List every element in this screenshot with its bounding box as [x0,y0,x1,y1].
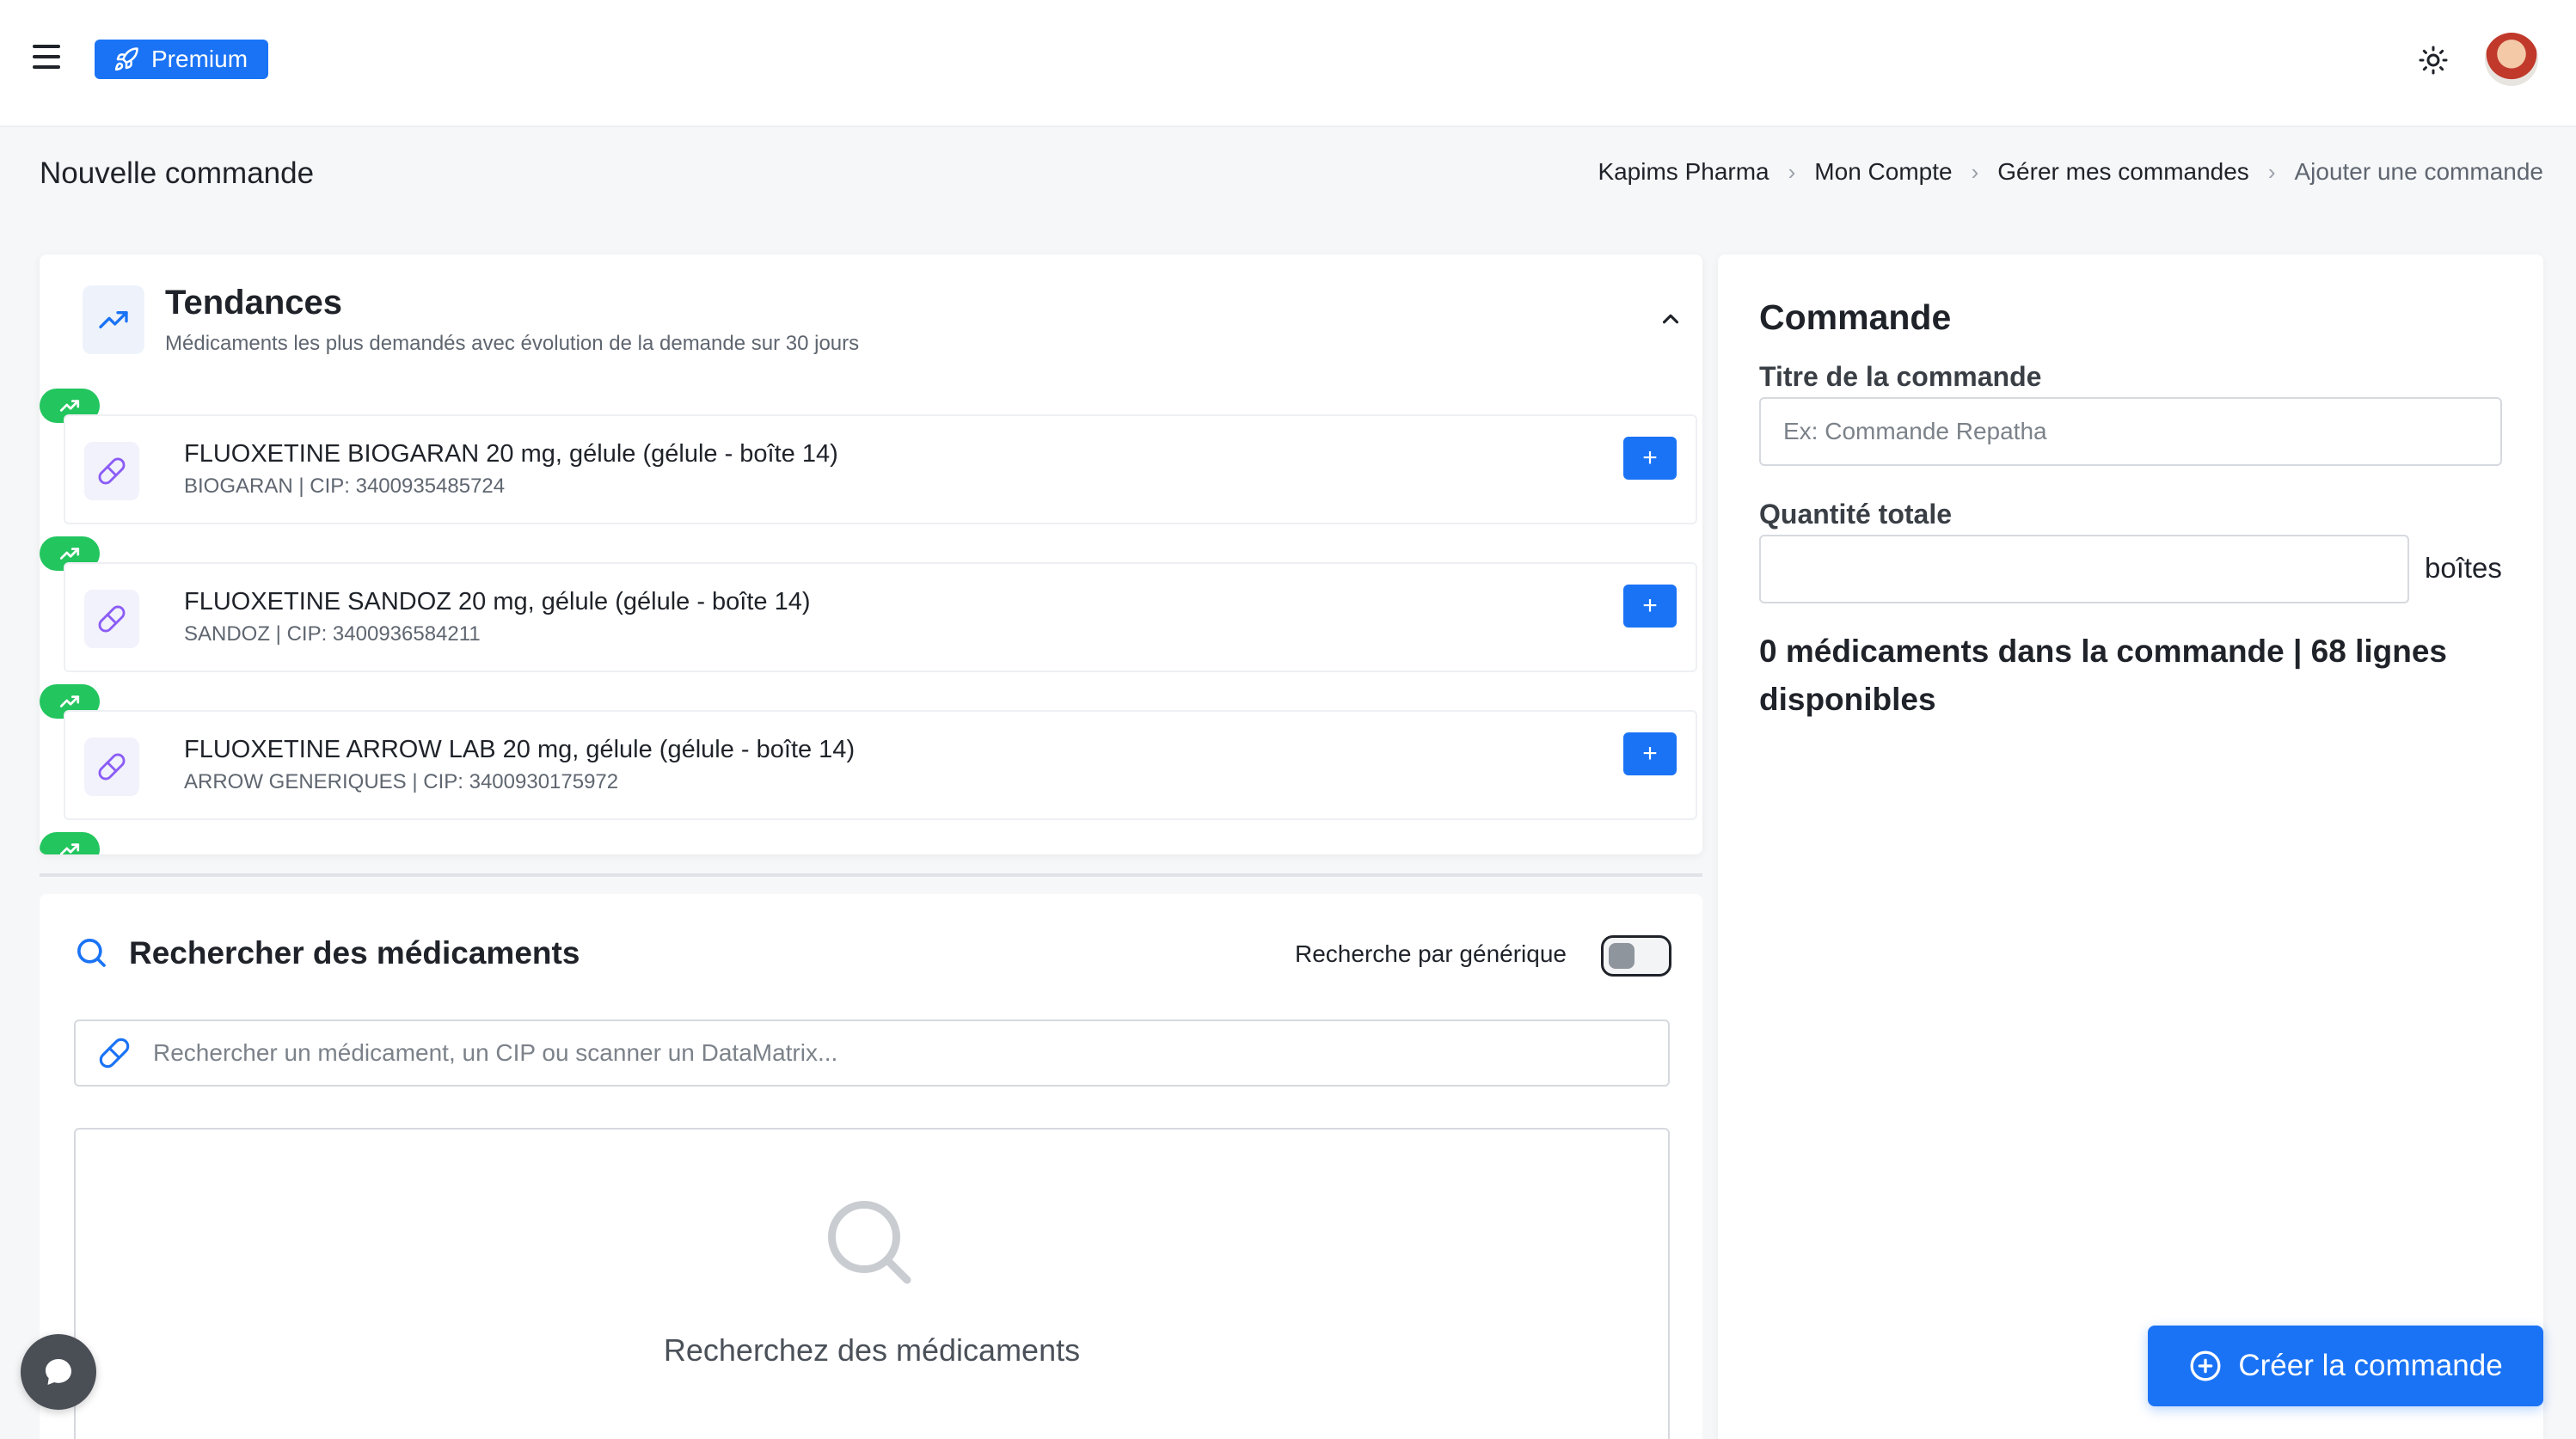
list-item: FLUOXETINE SANDOZ 20 mg, gélule (gélule … [64,562,1697,672]
add-button[interactable]: + [1623,585,1677,628]
search-field [74,1020,1670,1087]
trending-up-icon [59,843,80,854]
trends-title: Tendances [165,284,342,321]
order-summary: 0 médicaments dans la commande | 68 lign… [1759,634,2447,717]
search-icon [77,939,106,967]
medicine-meta: SANDOZ | CIP: 3400936584211 [184,622,481,646]
trend-badge [40,832,100,854]
empty-state-text: Recherchez des médicaments [663,1332,1081,1368]
trends-card: Tendances Médicaments les plus demandés … [40,254,1702,854]
chat-button[interactable] [21,1334,96,1410]
list-item: FLUOXETINE BIOGARAN 20 mg, gélule (gélul… [64,414,1697,524]
rocket-icon [114,47,138,71]
add-button[interactable]: + [1623,732,1677,775]
chat-bubble-icon [46,1359,71,1385]
toggle-knob [1609,943,1635,969]
page-title: Nouvelle commande [40,156,315,190]
pill-icon [84,442,139,500]
premium-button[interactable]: Premium [95,40,269,79]
premium-label: Premium [151,46,248,72]
search-icon [828,1201,911,1284]
trends-subtitle: Médicaments les plus demandés avec évolu… [165,332,860,355]
sun-icon[interactable] [2418,45,2449,76]
chevron-right-icon: › [2267,158,2276,185]
medicine-name: FLUOXETINE SANDOZ 20 mg, gélule (gélule … [184,588,811,615]
order-title-input[interactable] [1759,397,2502,466]
medicine-name: FLUOXETINE BIOGARAN 20 mg, gélule (gélul… [184,440,838,468]
quantity-label: Quantité totale [1759,499,1953,530]
search-input[interactable] [153,1039,1615,1067]
pill-icon [99,1038,130,1069]
breadcrumb-item-account[interactable]: Mon Compte [1814,158,1952,186]
medicine-name: FLUOXETINE ARROW LAB 20 mg, gélule (gélu… [184,736,856,763]
search-card: Rechercher des médicaments Recherche par… [40,894,1702,1439]
top-bar: Premium [0,0,2576,127]
order-title: Commande [1759,297,1952,337]
chevron-right-icon: › [1971,158,1979,185]
add-button[interactable]: + [1623,437,1677,480]
search-title: Rechercher des médicaments [129,935,580,971]
menu-icon[interactable] [33,45,60,69]
breadcrumb-item-orders[interactable]: Gérer mes commandes [1997,158,2249,186]
search-results-empty: Recherchez des médicaments [74,1128,1670,1439]
breadcrumb-item-kapims[interactable]: Kapims Pharma [1598,158,1769,186]
order-card: Commande Titre de la commande Quantité t… [1718,254,2543,1439]
breadcrumb: Kapims Pharma › Mon Compte › Gérer mes c… [1598,158,2543,186]
quantity-unit: boîtes [2425,552,2502,584]
chevron-right-icon: › [1788,158,1796,185]
chevron-up-icon[interactable] [1658,306,1684,332]
order-title-label: Titre de la commande [1759,361,2042,392]
list-item: FLUOXETINE ARROW LAB 20 mg, gélule (gélu… [64,710,1697,820]
breadcrumb-item-current: Ajouter une commande [2294,158,2543,185]
plus-circle-icon [2190,1350,2221,1381]
create-order-button[interactable]: Créer la commande [2148,1326,2543,1406]
divider [40,873,1702,877]
trending-up-icon [83,285,144,354]
avatar[interactable] [2485,33,2538,86]
create-order-label: Créer la commande [2238,1349,2503,1382]
generic-search-label: Recherche par générique [1295,940,1567,967]
medicine-meta: ARROW GENERIQUES | CIP: 3400930175972 [184,770,619,793]
pill-icon [84,738,139,796]
generic-search-toggle[interactable] [1601,935,1671,977]
pill-icon [84,590,139,648]
medicine-meta: BIOGARAN | CIP: 3400935485724 [184,475,506,498]
quantity-input[interactable] [1759,535,2409,603]
